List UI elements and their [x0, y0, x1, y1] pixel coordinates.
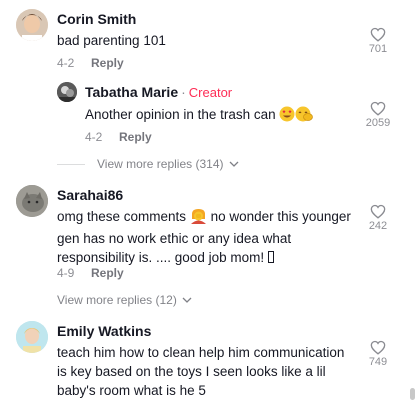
- comment-date: 4-2: [57, 56, 75, 70]
- avatar-corin-smith-image: [16, 9, 48, 41]
- reply-date: 4-2: [85, 130, 103, 144]
- reply-author-name[interactable]: Tabatha Marie · Creator: [85, 84, 232, 100]
- divider-line: [57, 163, 85, 165]
- avatar-corin-smith[interactable]: [16, 9, 48, 41]
- comment-text: omg these comments no wonder this younge…: [57, 207, 357, 267]
- heart-eyes-emoji-icon: [279, 106, 295, 127]
- like-count: 242: [368, 220, 388, 232]
- like-count: 2059: [365, 117, 391, 129]
- comment-author-name[interactable]: Emily Watkins: [57, 323, 151, 339]
- comment-author-name[interactable]: Corin Smith: [57, 11, 136, 27]
- avatar-tabatha-marie-image: [57, 82, 77, 102]
- reply-text: Another opinion in the trash can: [85, 105, 365, 127]
- comment-author-name[interactable]: Sarahai86: [57, 187, 123, 203]
- avatar-sarahai86[interactable]: [16, 185, 48, 217]
- view-more-replies-button[interactable]: View more replies (12): [57, 293, 192, 307]
- heart-outline-icon: [370, 101, 386, 116]
- separator-dot: ·: [181, 84, 186, 100]
- avatar-tabatha-marie[interactable]: [57, 82, 77, 102]
- comment-text: teach him how to clean help him communic…: [57, 345, 345, 398]
- like-count: 749: [368, 356, 388, 368]
- reply-author-name-text: Tabatha Marie: [85, 84, 179, 100]
- person-facepalm-emoji-icon: [190, 208, 207, 229]
- reply-button[interactable]: Reply: [119, 130, 152, 144]
- reply-text-content: Another opinion in the trash can: [85, 107, 280, 122]
- chevron-down-icon: [182, 297, 192, 303]
- avatar-emily-watkins[interactable]: [16, 321, 48, 353]
- view-more-replies-label: View more replies (12): [57, 293, 177, 307]
- laughing-hand-emoji-icon: [295, 106, 314, 127]
- view-more-replies-button[interactable]: View more replies (314): [57, 157, 239, 171]
- like-button[interactable]: 701: [363, 27, 393, 55]
- view-more-replies-label: View more replies (314): [97, 157, 224, 171]
- reply-button[interactable]: Reply: [91, 266, 124, 280]
- comment-text-part1: omg these comments: [57, 209, 190, 224]
- comment-date: 4-9: [57, 266, 75, 280]
- unknown-glyph-icon: [267, 251, 274, 263]
- creator-badge: Creator: [188, 85, 233, 100]
- chevron-down-icon: [229, 161, 238, 167]
- avatar-sarahai86-image: [16, 185, 48, 217]
- comment-text: bad parenting 101: [57, 33, 166, 48]
- heart-outline-icon: [370, 27, 386, 42]
- like-button[interactable]: 242: [363, 204, 393, 232]
- like-button[interactable]: 749: [363, 340, 393, 368]
- scrollbar-thumb[interactable]: [410, 388, 415, 400]
- like-count: 701: [368, 43, 388, 55]
- avatar-emily-watkins-image: [16, 321, 48, 353]
- heart-outline-icon: [370, 340, 386, 355]
- heart-outline-icon: [370, 204, 386, 219]
- reply-button[interactable]: Reply: [91, 56, 124, 70]
- like-button[interactable]: 2059: [363, 101, 393, 129]
